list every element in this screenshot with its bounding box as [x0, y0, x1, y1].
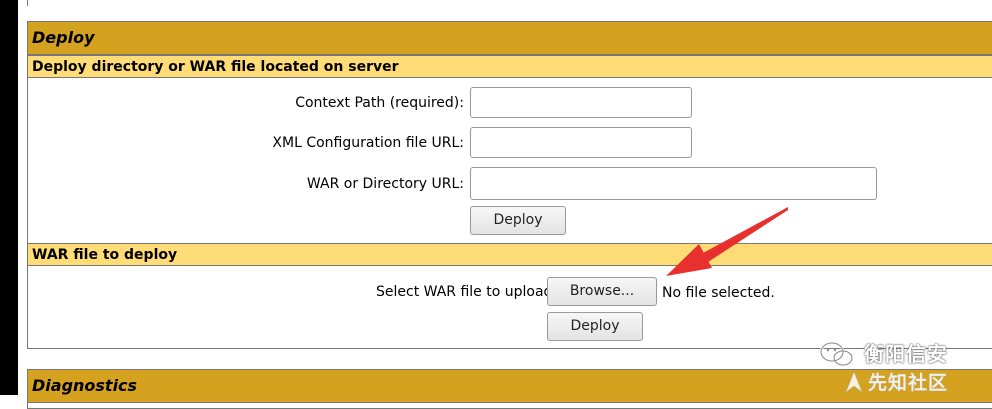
watermark-subtitle: 先知社区: [868, 372, 949, 394]
arrow-shaft: [703, 207, 788, 262]
logo-icon: [845, 371, 863, 393]
arrow-head: [666, 244, 712, 276]
watermark: 衡阳信安 先知社区: [818, 336, 992, 395]
watermark-title: 衡阳信安: [864, 342, 948, 366]
